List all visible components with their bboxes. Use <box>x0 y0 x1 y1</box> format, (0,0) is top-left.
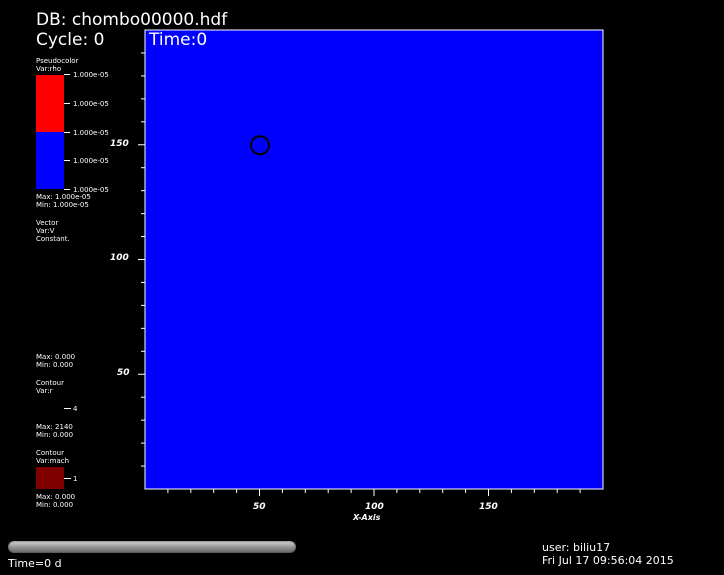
x-tick-label: 50 <box>253 502 266 512</box>
plot-canvas[interactable] <box>0 0 724 575</box>
x-axis-minor-ticks <box>167 489 581 496</box>
time-readout: Time=0 d <box>8 557 62 570</box>
y-tick-label: 50 <box>117 368 130 378</box>
y-tick-label: 150 <box>110 139 129 149</box>
pseudocolor-field <box>144 29 604 490</box>
x-axis-title: X-Axis <box>353 513 381 522</box>
y-axis-minor-ticks <box>138 52 145 467</box>
time-slider[interactable] <box>8 541 296 553</box>
date-label: Fri Jul 17 09:56:04 2015 <box>542 554 674 567</box>
plot-time-label: Time:0 <box>149 30 208 50</box>
x-tick-label: 150 <box>479 502 498 512</box>
user-label: user: biliu17 <box>542 541 611 554</box>
x-tick-label: 100 <box>365 502 384 512</box>
y-tick-label: 100 <box>110 253 129 263</box>
